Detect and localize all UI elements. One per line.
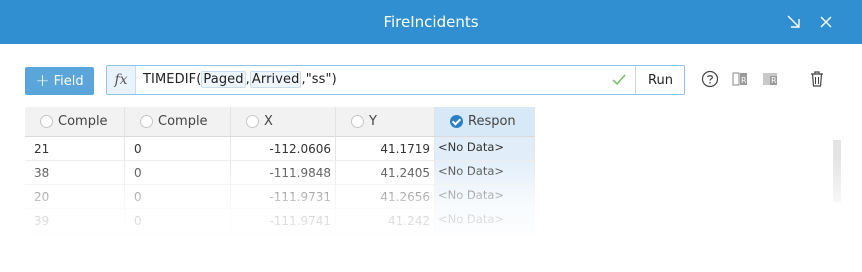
add-field-label: Field [53, 73, 84, 89]
svg-text:R: R [741, 76, 747, 85]
column-header-label: Respon [468, 114, 516, 129]
expression-prefix: TIMEDIF( [143, 72, 202, 87]
column-header-1[interactable]: Comple [25, 107, 125, 137]
table-cell[interactable]: 41.1719 [336, 137, 435, 161]
table-cell[interactable]: 20 [25, 185, 125, 209]
table-cell[interactable]: <No Data> [435, 185, 535, 209]
window-title: FireIncidents [383, 13, 479, 31]
calculate-selected-icon[interactable]: R [761, 70, 779, 92]
table-cell[interactable]: <No Data> [435, 161, 535, 185]
column-selected-check-icon[interactable] [450, 115, 463, 128]
delete-icon[interactable] [809, 70, 825, 92]
column-select-radio[interactable] [246, 115, 259, 128]
expression-input[interactable]: TIMEDIF(Paged, Arrived ,"ss") [143, 66, 337, 94]
table-cell[interactable]: 0 [125, 161, 231, 185]
title-bar: FireIncidents [0, 0, 862, 44]
table-cell[interactable]: 41.2405 [336, 161, 435, 185]
vertical-scrollbar[interactable] [833, 140, 841, 202]
table-cell[interactable]: 39 [25, 209, 125, 233]
table-cell[interactable]: <No Data> [435, 209, 535, 233]
add-field-button[interactable]: + Field [25, 67, 94, 95]
column-select-radio[interactable] [140, 115, 153, 128]
column-header-label: Comple [58, 114, 108, 129]
column-header-x[interactable]: X [231, 107, 336, 137]
table-cell[interactable]: -112.0606 [231, 137, 336, 161]
column-select-radio[interactable] [40, 115, 53, 128]
table-cell[interactable]: <No Data> [435, 137, 535, 161]
table-cell[interactable]: -111.9741 [231, 209, 336, 233]
column-header-response[interactable]: Respon [435, 107, 535, 137]
run-button[interactable]: Run [635, 66, 685, 94]
column-select-radio[interactable] [351, 115, 364, 128]
column-header-label: Y [369, 114, 377, 129]
column-header-2[interactable]: Comple [125, 107, 231, 137]
column-header-label: X [264, 114, 273, 129]
expression-box: fx TIMEDIF(Paged, Arrived ,"ss") Run [106, 65, 685, 95]
column-header-label: Comple [158, 114, 208, 129]
table-cell[interactable]: -111.9731 [231, 185, 336, 209]
table-cell[interactable]: -111.9848 [231, 161, 336, 185]
table-cell[interactable]: 38 [25, 161, 125, 185]
minimize-arrow-icon[interactable] [784, 12, 804, 32]
expression-arg-arrived: Arrived [249, 71, 302, 88]
help-icon[interactable] [701, 70, 719, 92]
valid-check-icon [611, 72, 627, 92]
svg-text:R: R [771, 76, 777, 85]
plus-icon: + [35, 71, 50, 91]
table-cell[interactable]: 41.242 [336, 209, 435, 233]
expression-arg-paged: Paged [201, 71, 246, 88]
expression-suffix: ,"ss") [301, 72, 337, 87]
table-cell[interactable]: 0 [125, 185, 231, 209]
table-cell[interactable]: 41.2656 [336, 185, 435, 209]
calculate-icon[interactable]: R [731, 70, 749, 92]
table-cell[interactable]: 21 [25, 137, 125, 161]
close-icon[interactable] [816, 12, 836, 32]
column-header-y[interactable]: Y [336, 107, 435, 137]
fx-icon[interactable]: fx [107, 66, 136, 94]
attribute-table: Comple Comple X Y Respon 21 0 -112.0606 41.… [25, 107, 535, 272]
table-cell[interactable]: 0 [125, 209, 231, 233]
table-cell[interactable]: 0 [125, 137, 231, 161]
